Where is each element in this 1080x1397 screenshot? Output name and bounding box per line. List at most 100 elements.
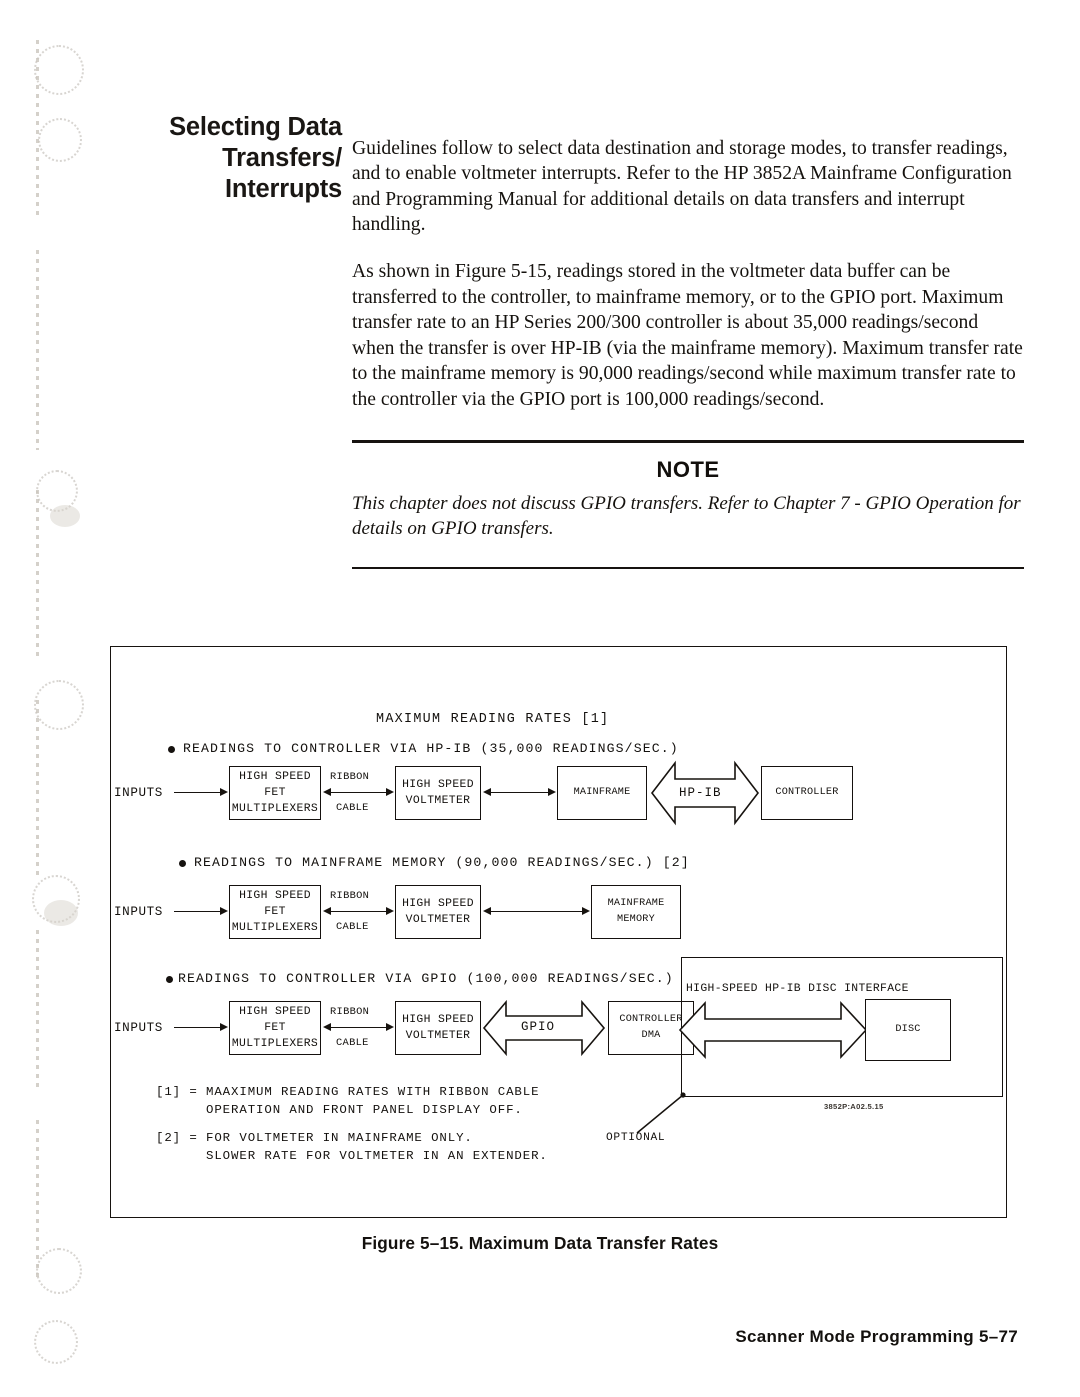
row3-cable-top-label: RIBBON bbox=[330, 1006, 370, 1018]
scan-speckle bbox=[44, 900, 78, 926]
row2-inputs-label: INPUTS bbox=[114, 905, 163, 919]
binder-hole-mark bbox=[34, 1320, 78, 1364]
row3-dma-line: CONTROLLER bbox=[619, 1014, 683, 1025]
optional-leader-line bbox=[631, 1091, 701, 1137]
row1-vm-mf-line bbox=[490, 792, 551, 794]
note-bottom-rule bbox=[352, 566, 1024, 569]
row1-mux-box: HIGH SPEED FET MULTIPLEXERS bbox=[229, 766, 321, 820]
row1-voltmeter-line: HIGH SPEED bbox=[402, 779, 474, 791]
row2-cable-arrowhead-right-icon bbox=[386, 907, 394, 915]
diagram-title: MAXIMUM READING RATES [1] bbox=[376, 712, 610, 727]
row2-memory-line: MAINFRAME bbox=[607, 898, 665, 909]
binder-hole-mark bbox=[34, 680, 84, 730]
section-heading-line: Selecting Data bbox=[169, 113, 342, 141]
row1-inputs-label: INPUTS bbox=[114, 786, 163, 800]
row3-mux-line: HIGH SPEED bbox=[239, 1006, 311, 1018]
row2-mux-line: HIGH SPEED bbox=[239, 890, 311, 902]
row2-voltmeter-box: HIGH SPEED VOLTMETER bbox=[395, 885, 481, 939]
scan-margin-artifacts bbox=[0, 0, 110, 1397]
section-heading-line: Interrupts bbox=[224, 175, 342, 203]
row2-voltmeter-line: HIGH SPEED bbox=[402, 898, 474, 910]
figure-frame: MAXIMUM READING RATES [1] READINGS TO CO… bbox=[110, 646, 1007, 1218]
row1-vm-mf-arrowhead-right-icon bbox=[548, 788, 556, 796]
binder-hole-mark bbox=[38, 118, 82, 162]
row2-mainframe-memory-box: MAINFRAME MEMORY bbox=[591, 885, 681, 939]
disc-label: DISC bbox=[895, 1024, 921, 1035]
row1-controller-box: CONTROLLER bbox=[761, 766, 853, 820]
figure-caption: Figure 5–15. Maximum Data Transfer Rates bbox=[361, 1233, 719, 1253]
note-title: NOTE bbox=[656, 456, 720, 482]
drawing-reference-code: 3852P:A02.5.15 bbox=[824, 1102, 884, 1111]
optional-label: OPTIONAL bbox=[606, 1132, 666, 1144]
row1-mux-line: MULTIPLEXERS bbox=[231, 803, 319, 815]
row1-description: READINGS TO CONTROLLER VIA HP-IB (35,000… bbox=[183, 741, 679, 756]
row1-voltmeter-box: HIGH SPEED VOLTMETER bbox=[395, 766, 481, 820]
row3-mux-line: FET bbox=[264, 1022, 286, 1034]
section-heading-line: Transfers/ bbox=[222, 144, 342, 172]
row3-input-arrowhead-icon bbox=[220, 1023, 228, 1031]
scan-edge-ticks bbox=[36, 700, 39, 880]
row1-input-line bbox=[174, 792, 224, 794]
scan-edge-ticks bbox=[36, 1120, 39, 1280]
row3-input-line bbox=[174, 1027, 224, 1029]
figure-inner: MAXIMUM READING RATES [1] READINGS TO CO… bbox=[111, 647, 1006, 1217]
page-footer: Scanner Mode Programming 5–77 bbox=[735, 1327, 1018, 1346]
note-block: NOTE This chapter does not discuss GPIO … bbox=[352, 440, 1024, 569]
row1-ribbon-line bbox=[330, 792, 389, 794]
row1-controller-label: CONTROLLER bbox=[775, 787, 839, 798]
disc-box: DISC bbox=[865, 999, 951, 1061]
binder-hole-mark bbox=[34, 45, 84, 95]
figure-footnote-2: [2] = FOR VOLTMETER IN MAINFRAME ONLY. S… bbox=[156, 1131, 548, 1163]
figure-footnote-1: [1] = MAAXIMUM READING RATES WITH RIBBON… bbox=[156, 1085, 540, 1117]
row2-input-line bbox=[174, 911, 224, 913]
body-column: Guidelines follow to select data destina… bbox=[352, 116, 1024, 432]
disc-interface-label: HIGH-SPEED HP-IB DISC INTERFACE bbox=[686, 983, 909, 995]
scan-edge-ticks bbox=[36, 250, 39, 450]
row3-voltmeter-line: VOLTMETER bbox=[405, 1030, 471, 1042]
paragraph-transfer-rates: As shown in Figure 5-15, readings stored… bbox=[352, 260, 1023, 410]
scan-edge-ticks bbox=[36, 490, 39, 660]
paragraph-intro: Guidelines follow to select data destina… bbox=[352, 137, 1012, 236]
row3-description: READINGS TO CONTROLLER VIA GPIO (100,000… bbox=[178, 971, 674, 986]
row3-dma-line: DMA bbox=[641, 1030, 661, 1041]
row2-memory-line: MEMORY bbox=[617, 914, 655, 925]
row1-input-arrowhead-icon bbox=[220, 788, 228, 796]
row3-cable-arrowhead-right-icon bbox=[386, 1023, 394, 1031]
row2-cable-bottom-label: CABLE bbox=[336, 921, 369, 933]
row1-bus-label: HP-IB bbox=[679, 786, 722, 800]
binder-hole-mark bbox=[36, 470, 78, 512]
row3-voltmeter-box: HIGH SPEED VOLTMETER bbox=[395, 1001, 481, 1055]
row2-voltmeter-line: VOLTMETER bbox=[405, 914, 471, 926]
row2-input-arrowhead-icon bbox=[220, 907, 228, 915]
row3-bus-label: GPIO bbox=[521, 1020, 556, 1034]
row3-inputs-label: INPUTS bbox=[114, 1021, 163, 1035]
scan-edge-ticks bbox=[36, 40, 39, 220]
row1-mainframe-box: MAINFRAME bbox=[557, 766, 647, 820]
row3-mux-box: HIGH SPEED FET MULTIPLEXERS bbox=[229, 1001, 321, 1055]
row2-mux-box: HIGH SPEED FET MULTIPLEXERS bbox=[229, 885, 321, 939]
row1-cable-top-label: RIBBON bbox=[330, 771, 370, 783]
binder-hole-mark bbox=[32, 875, 80, 923]
row1-mux-line: FET bbox=[264, 787, 286, 799]
note-top-rule bbox=[352, 440, 1024, 443]
row1-mux-line: HIGH SPEED bbox=[239, 771, 311, 783]
section-heading: Selecting Data Transfers/ Interrupts bbox=[142, 112, 342, 205]
row2-vm-mem-arrowhead-right-icon bbox=[582, 907, 590, 915]
row1-mainframe-label: MAINFRAME bbox=[573, 787, 631, 798]
row2-vm-mem-line bbox=[490, 911, 585, 913]
row1-bullet-icon bbox=[168, 746, 175, 753]
row2-mux-line: MULTIPLEXERS bbox=[231, 922, 319, 934]
disc-interface-bus-arrow bbox=[677, 999, 869, 1061]
row3-mux-line: MULTIPLEXERS bbox=[231, 1038, 319, 1050]
row2-ribbon-line bbox=[330, 911, 389, 913]
row2-description: READINGS TO MAINFRAME MEMORY (90,000 REA… bbox=[194, 855, 690, 870]
row2-bullet-icon bbox=[179, 860, 186, 867]
binder-hole-mark bbox=[36, 1248, 82, 1294]
row1-cable-arrowhead-right-icon bbox=[386, 788, 394, 796]
row3-bullet-icon bbox=[166, 976, 173, 983]
scan-speckle bbox=[50, 505, 80, 527]
row1-cable-bottom-label: CABLE bbox=[336, 802, 369, 814]
note-body-text: This chapter does not discuss GPIO trans… bbox=[352, 492, 1021, 539]
row2-mux-line: FET bbox=[264, 906, 286, 918]
scan-edge-ticks bbox=[36, 930, 39, 1090]
